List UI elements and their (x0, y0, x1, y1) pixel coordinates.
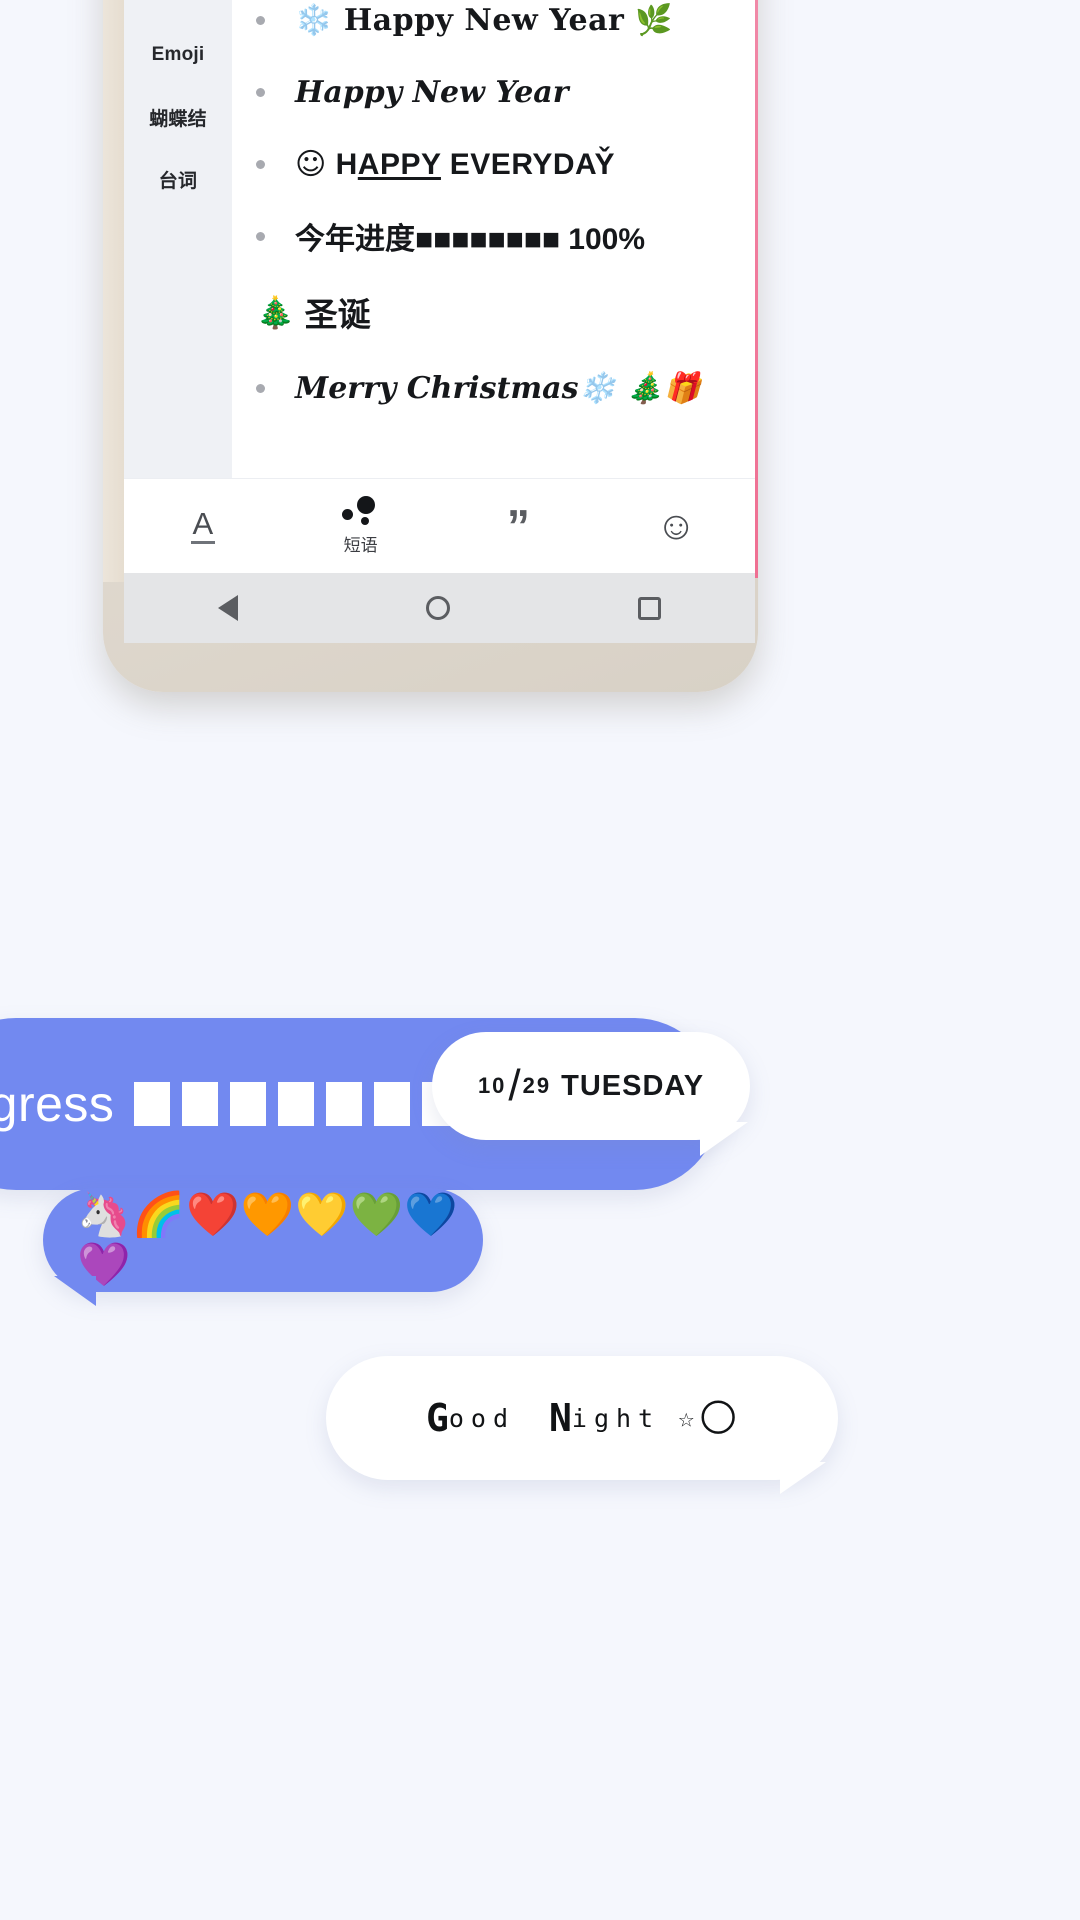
quote-marks-icon: ” (506, 500, 530, 552)
section-header-christmas: 🎄 圣诞 (232, 272, 755, 352)
phrase-text: 今年进度■■■■■■■■ 100% (295, 223, 646, 256)
list-item[interactable]: 今年进度■■■■■■■■ 100% (232, 200, 755, 272)
toolbar-button-font-style[interactable]: A (124, 479, 282, 574)
list-item[interactable]: Merry Christmas❄️ 🎄🎁 (232, 352, 755, 424)
snowflake-icon: ❄️ (295, 2, 333, 38)
phone-left-edge (103, 0, 124, 582)
phrase-text: Happy New Year (295, 74, 569, 110)
list-item[interactable]: ❄️ Happy New Year 🌿 (232, 0, 755, 56)
toolbar-button-quotes[interactable]: ” (440, 479, 598, 574)
christmas-emoji-group: ❄️ 🎄🎁 (578, 370, 702, 406)
goodnight-ight: ight (571, 1403, 661, 1433)
bubble-tail-date (700, 1122, 748, 1156)
smiley-face-icon: ☺ (655, 504, 697, 548)
toolbar-button-emoji[interactable]: ☺ (597, 479, 755, 574)
bullet-icon (256, 15, 265, 25)
section-label: 圣诞 (304, 296, 371, 333)
underlined-a-icon: A (190, 508, 216, 544)
keyboard-toolbar: A 短语 ” ☺ (124, 478, 755, 573)
date-month: 10 (477, 1073, 507, 1098)
phrase-list[interactable]: ❄️ Happy New Year 🌿 Happy New Year ☺ HAP… (232, 0, 755, 478)
phone-right-edge-accent (755, 0, 758, 578)
christmas-tree-icon: 🎄 (256, 294, 295, 331)
sidebar-item-emoji[interactable]: Emoji (124, 24, 232, 86)
bullet-icon (256, 231, 265, 241)
herb-icon: 🌿 (635, 2, 674, 38)
date-slash: / (508, 1061, 521, 1110)
phrase-text: ❄️ Happy New Year 🌿 (295, 2, 674, 38)
date-day: 29 (522, 1073, 552, 1098)
sidebar-item-label: Emoji (151, 44, 205, 65)
chat-bubble-hearts[interactable]: 🦄🌈❤️🧡💛💚💙💜 (43, 1188, 483, 1292)
toolbar-button-label: 短语 (343, 536, 378, 555)
goodnight-ood: ood (448, 1403, 516, 1433)
sidebar-item-label: 蝴蝶结 (149, 108, 207, 130)
bubble-tail-good-night (780, 1462, 826, 1494)
date-weekday: TUESDAY (561, 1069, 705, 1102)
chat-bubble-good-night[interactable]: Good Night ☆ 🌕 (326, 1356, 838, 1480)
moon-icon: 🌕 (698, 1396, 739, 1440)
dots-cluster-icon (340, 496, 382, 526)
bullet-icon (256, 383, 265, 393)
screen-root: Emoji 蝴蝶结 台词 ❄️ Happy New Year 🌿 Happy N… (0, 0, 1080, 1920)
progress-text-lead: rogress (0, 1076, 115, 1132)
bullet-icon (256, 87, 265, 97)
bullet-icon (256, 159, 265, 169)
toolbar-button-phrases[interactable]: 短语 (282, 479, 440, 574)
recents-icon[interactable] (638, 596, 661, 620)
list-item[interactable]: Happy New Year (232, 56, 755, 128)
sidebar-item-lines[interactable]: 台词 (124, 148, 232, 210)
bubble-tail-hearts (54, 1276, 96, 1306)
smiley-icon: ☺ (295, 146, 327, 182)
goodnight-g: G (425, 1396, 449, 1440)
star-icon: ☆ (678, 1402, 695, 1434)
sidebar-item-label: 台词 (158, 170, 198, 192)
sidebar-item-bow[interactable]: 蝴蝶结 (124, 86, 232, 148)
back-icon[interactable] (218, 595, 238, 621)
hearts-emoji-row: 🦄🌈❤️🧡💛💚💙💜 (77, 1190, 459, 1290)
home-icon[interactable] (426, 596, 450, 620)
phrase-text: ☺ HAPPY EVERYDAY̌ (295, 146, 615, 182)
android-navigation-bar (124, 573, 755, 643)
list-item[interactable]: ☺ HAPPY EVERYDAY̌ (232, 128, 755, 200)
phrase-text: Merry Christmas❄️ 🎄🎁 (295, 370, 702, 406)
goodnight-n: N (549, 1396, 572, 1440)
